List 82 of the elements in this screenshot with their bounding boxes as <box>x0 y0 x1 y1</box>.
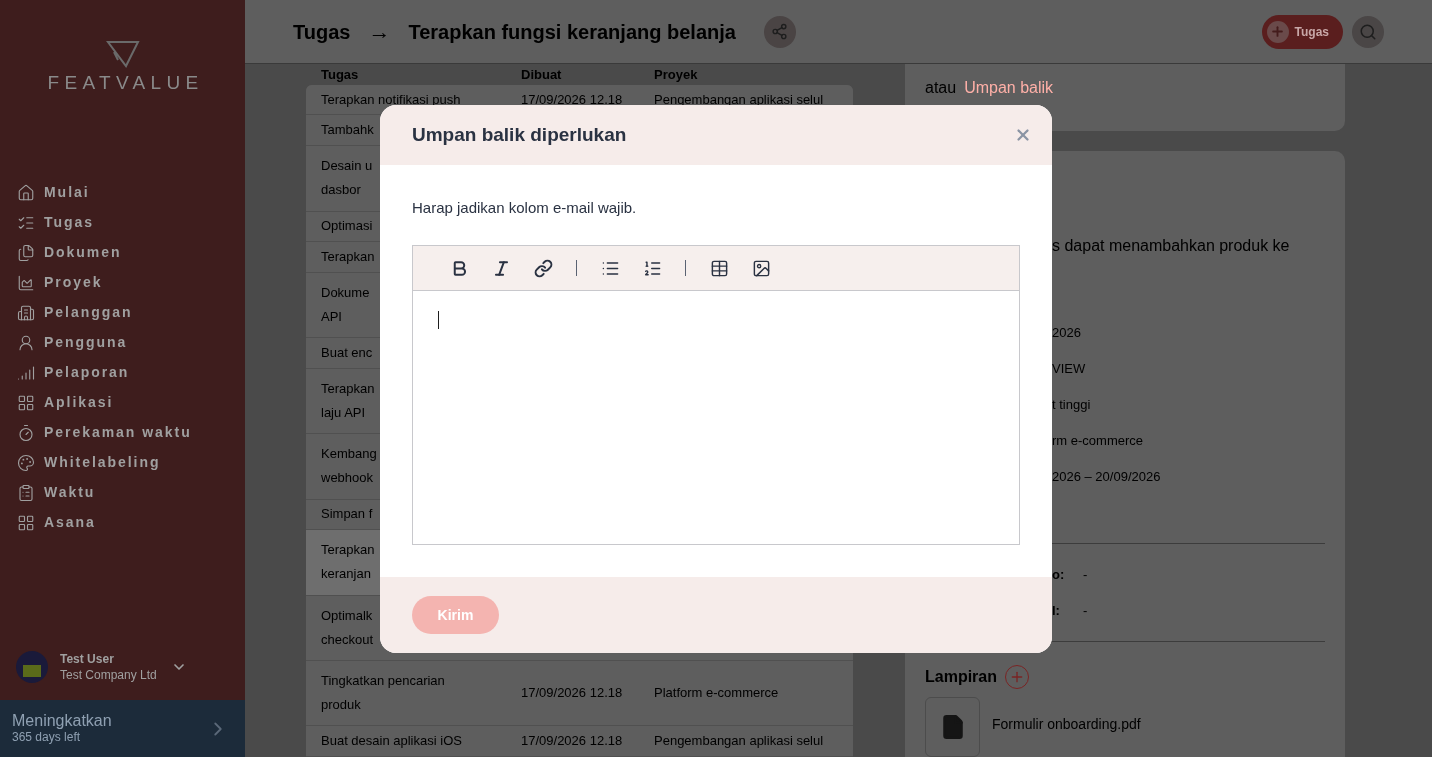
grid-icon <box>17 513 35 532</box>
breadcrumb-arrow: → <box>368 18 391 46</box>
column-header: Tugas <box>321 65 360 84</box>
field-label: o: <box>1052 566 1066 585</box>
task-description: s dapat menambahkan produk ke <box>1051 236 1291 256</box>
table-cell-text: 17/09/2026 12.18 <box>521 684 624 703</box>
attachments-title: Lampiran <box>925 667 997 687</box>
chart-icon <box>17 273 35 292</box>
field-value: - <box>1083 566 1088 585</box>
user-name: Test User <box>60 651 115 667</box>
or-text: atau <box>925 78 957 98</box>
upgrade-bar[interactable]: Meningkatkan 365 days left <box>0 700 245 757</box>
table-cell-text: 17/09/2026 12.18 <box>521 732 624 751</box>
field-value: - <box>1083 602 1088 621</box>
breadcrumb-link[interactable]: Tugas <box>293 16 351 47</box>
table-cell-text: Pengembangan aplikasi selul <box>654 90 824 109</box>
table-cell-text: Dokume API <box>321 284 370 327</box>
feedback-link[interactable]: Umpan balik <box>964 76 1054 100</box>
file-thumbnail[interactable] <box>925 697 980 757</box>
field-label: l: <box>1052 602 1061 621</box>
user-icon <box>17 333 35 352</box>
home-icon <box>17 183 35 202</box>
nav-item[interactable]: Pelaporan <box>0 357 245 388</box>
table-cell-text: Tingkatkan pencarian produk <box>321 672 445 715</box>
nav-item[interactable]: Perekaman waktu <box>0 417 245 448</box>
table-cell-text: Pengembangan aplikasi selul <box>654 732 824 751</box>
company-name: Test Company Ltd <box>60 667 157 683</box>
share-icon <box>771 23 789 40</box>
avatar <box>16 651 48 683</box>
detail-value: t tinggi <box>1052 396 1092 415</box>
clipboard-icon <box>17 483 35 502</box>
nav-item[interactable]: Mulai <box>0 177 245 208</box>
nav-item[interactable]: Waktu <box>0 477 245 508</box>
table-cell-text: 17/09/2026 12.18 <box>521 90 624 109</box>
table-cell-text: Desain u dasbor <box>321 157 373 200</box>
text-cursor <box>438 311 439 329</box>
table-cell-text: Terapkan notifikasi push <box>321 90 461 109</box>
nav-item[interactable]: Whitelabeling <box>0 447 245 478</box>
upgrade-title: Meningkatkan <box>12 711 112 729</box>
plus-icon <box>1266 20 1289 43</box>
table-cell-text: Simpan f <box>321 505 373 524</box>
documents-icon <box>17 243 35 262</box>
timer-icon <box>17 423 35 442</box>
detail-value: VIEW <box>1052 360 1087 379</box>
bars-icon <box>17 363 35 382</box>
column-header: Dibuat <box>521 65 563 84</box>
page-title: Terapkan fungsi keranjang belanja <box>408 19 736 45</box>
detail-value: rm e-commerce <box>1052 432 1144 451</box>
palette-icon <box>17 453 35 472</box>
building-icon <box>17 303 35 322</box>
table-cell-text: Platform e-commerce <box>654 684 779 703</box>
table-cell-text: Buat enc <box>321 344 373 363</box>
search-icon <box>1359 22 1377 41</box>
search-button[interactable] <box>1352 15 1384 48</box>
nav-item[interactable]: Pelanggan <box>0 297 245 328</box>
new-task-button[interactable]: Tugas <box>1261 14 1343 49</box>
logo-mark-icon <box>105 40 140 68</box>
table-cell-text: Optimalk checkout <box>321 606 374 649</box>
nav-item[interactable]: Asana <box>0 507 245 538</box>
share-button[interactable] <box>763 15 796 48</box>
nav-item[interactable]: Proyek <box>0 267 245 298</box>
column-header: Proyek <box>654 65 698 84</box>
table-cell-text: Kembang webhook <box>321 445 377 488</box>
detail-value: 2026 – 20/09/2026 <box>1052 468 1162 487</box>
logo-text: FEATVALUE <box>46 71 204 95</box>
table-cell-text: Optimasi <box>321 217 373 236</box>
upgrade-subtitle: 365 days left <box>12 729 82 746</box>
table-cell-text: Terapkan <box>321 248 375 267</box>
dialog-message: Harap jadikan kolom e-mail wajib. <box>412 198 638 218</box>
detail-value: 2026 <box>1052 324 1082 343</box>
table-cell-text: Buat desain aplikasi iOS <box>321 732 462 751</box>
nav-item[interactable]: Pengguna <box>0 327 245 358</box>
dialog-title: Umpan balik diperlukan <box>412 122 627 147</box>
table-cell-text: Terapkan keranjan <box>321 541 375 584</box>
grid-icon <box>17 393 35 412</box>
file-name[interactable]: Formulir onboarding.pdf <box>992 713 1141 735</box>
table-cell-text: Terapkan laju API <box>321 380 375 423</box>
nav-item[interactable]: Aplikasi <box>0 387 245 418</box>
table-cell-text: Tambahk <box>321 121 374 140</box>
nav-item[interactable]: Dokumen <box>0 237 245 268</box>
close-icon[interactable] <box>1014 126 1032 144</box>
nav-item[interactable]: Tugas <box>0 207 245 238</box>
